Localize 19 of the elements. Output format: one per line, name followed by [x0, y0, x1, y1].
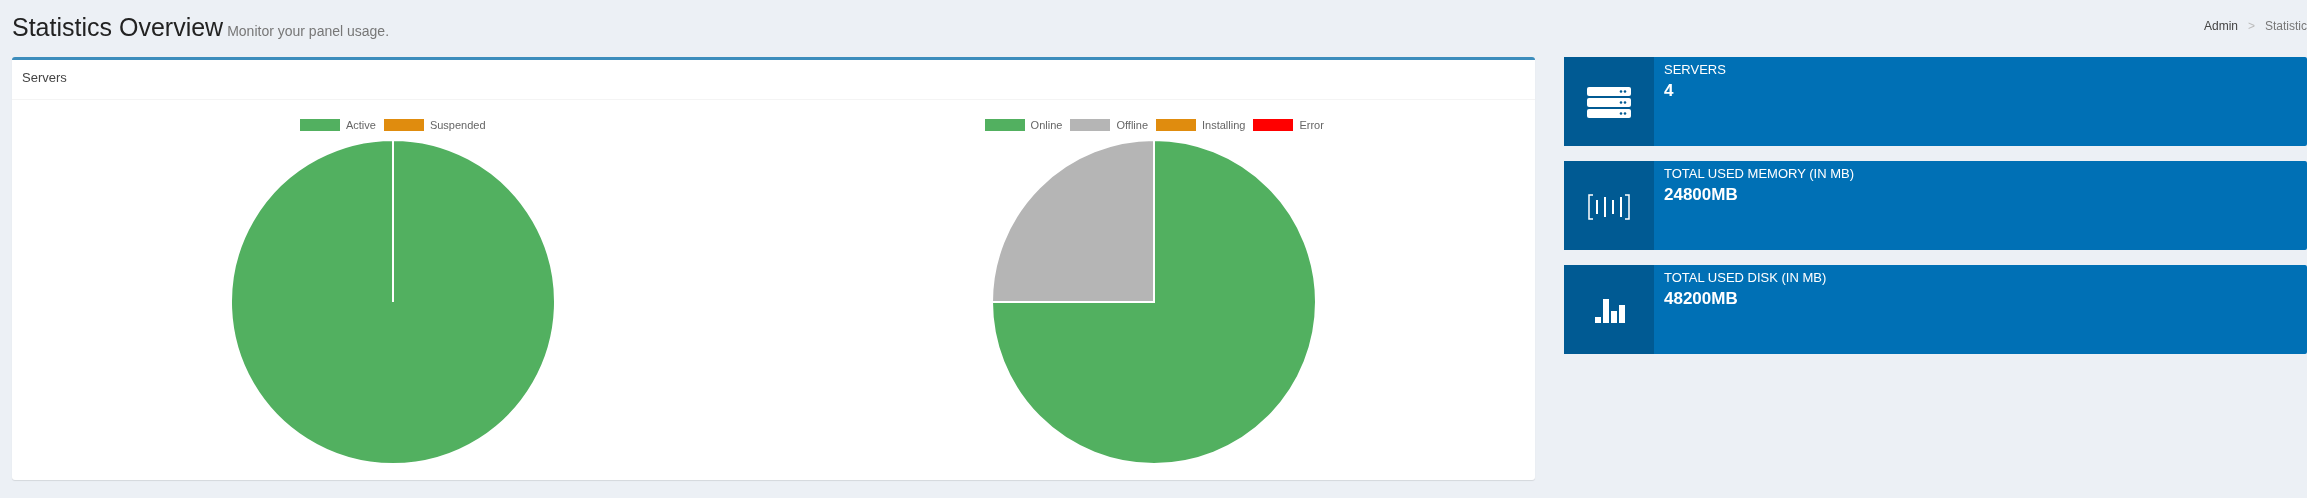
legend-label: Active	[345, 119, 376, 131]
legend-label: Error	[1299, 119, 1324, 131]
breadcrumb-link[interactable]: Statistic	[2265, 19, 2307, 33]
stat-label: TOTAL USED MEMORY (IN MB)	[1664, 166, 1854, 181]
stat-value: 24800MB	[1664, 185, 1739, 205]
page-subtitle: Monitor your panel usage.	[227, 23, 390, 39]
stat-label: SERVERS	[1664, 62, 1726, 77]
panel-title: Servers	[22, 70, 67, 85]
legend-label: Online	[1030, 119, 1063, 131]
legend-label: Offline	[1116, 119, 1148, 131]
stat-value: 4	[1664, 81, 1675, 101]
stat-value: 48200MB	[1664, 289, 1739, 309]
stat-label: TOTAL USED DISK (IN MB)	[1664, 270, 1827, 285]
server-stack-icon	[1585, 84, 1633, 119]
legend-label: Suspended	[429, 119, 486, 131]
breadcrumb-link[interactable]: Admin	[2203, 19, 2238, 33]
legend-label: Installing	[1202, 119, 1246, 131]
page-title: Statistics Overview	[12, 15, 224, 40]
breadcrumb-separator: >	[2247, 19, 2255, 33]
